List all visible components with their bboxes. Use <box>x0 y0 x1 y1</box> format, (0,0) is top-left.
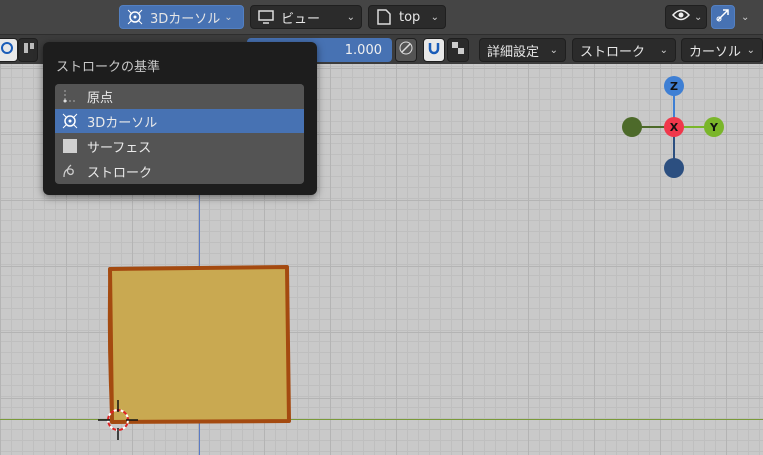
advanced-settings-dropdown[interactable]: 詳細設定 ⌄ <box>479 38 566 62</box>
strength-value: 1.000 <box>344 42 382 58</box>
grid-snap-icon <box>451 41 465 59</box>
document-icon <box>375 8 393 26</box>
chevron-down-icon: ⌄ <box>224 11 233 23</box>
menu-item-3d-cursor[interactable]: 3Dカーソル <box>55 109 304 133</box>
gizmo-toggle-button[interactable] <box>711 5 735 29</box>
popup-title: ストロークの基準 <box>56 60 161 75</box>
gizmo-dropdown[interactable]: ⌄ <box>736 5 758 29</box>
origin-icon <box>61 87 79 105</box>
navigation-gizmo[interactable]: Z X Y <box>608 70 732 180</box>
brush-settings-button[interactable] <box>18 38 38 62</box>
cursor-label: カーソル <box>689 44 742 60</box>
gizmo-neg-z-button[interactable] <box>664 158 684 178</box>
chevron-down-icon: ⌄ <box>694 11 703 23</box>
menu-item-label: ストローク <box>87 165 153 181</box>
chevron-down-icon: ⌄ <box>346 11 355 23</box>
brush-icon <box>22 41 36 59</box>
pressure-toggle[interactable] <box>395 38 417 62</box>
view-name-dropdown[interactable]: top ⌄ <box>368 5 446 29</box>
monitor-icon <box>257 8 275 26</box>
3d-cursor-icon <box>126 8 144 26</box>
snap-toggle[interactable] <box>423 38 445 62</box>
surface-icon <box>61 137 79 155</box>
visibility-dropdown[interactable]: ⌄ <box>665 5 707 29</box>
pen-pressure-icon <box>399 41 413 59</box>
chevron-down-icon: ⌄ <box>746 44 755 56</box>
view-menu-dropdown[interactable]: ビュー ⌄ <box>250 5 362 29</box>
chevron-down-icon: ⌄ <box>659 44 668 56</box>
view-name-label: top <box>399 9 421 25</box>
menu-item-label: 原点 <box>87 90 114 106</box>
brush-mode-button[interactable] <box>0 38 18 62</box>
menu-item-surface[interactable]: サーフェス <box>55 134 304 158</box>
menu-item-label: サーフェス <box>87 140 152 156</box>
advanced-settings-label: 詳細設定 <box>487 44 540 60</box>
gizmo-y-button[interactable]: Y <box>704 117 724 137</box>
stroke-placement-list: 原点 3Dカーソル サーフェス ストローク <box>55 84 304 184</box>
pivot-point-dropdown[interactable]: 3Dカーソル ⌄ <box>119 5 244 29</box>
circle-mode-icon <box>0 41 14 59</box>
3d-cursor-icon[interactable] <box>96 398 140 442</box>
snap-settings-button[interactable] <box>447 38 469 62</box>
cursor-dropdown[interactable]: カーソル ⌄ <box>681 38 763 62</box>
gizmo-arrow-icon <box>715 7 731 27</box>
view-menu-label: ビュー <box>281 11 321 27</box>
gizmo-x-button[interactable]: X <box>664 117 684 137</box>
chevron-down-icon: ⌄ <box>549 44 558 56</box>
gizmo-z-button[interactable]: Z <box>664 76 684 96</box>
magnet-icon <box>427 41 441 59</box>
pivot-point-label: 3Dカーソル <box>150 11 221 27</box>
viewport-header: 3Dカーソル ⌄ ビュー ⌄ top ⌄ ⌄ ⌄ <box>0 0 763 35</box>
chevron-down-icon: ⌄ <box>430 11 439 23</box>
eye-icon <box>671 8 691 26</box>
menu-item-label: 3Dカーソル <box>87 115 158 131</box>
chevron-down-icon: ⌄ <box>741 11 750 23</box>
cursor-icon <box>61 112 79 130</box>
stroke-placement-popup: ストロークの基準 原点 3Dカーソル サーフェス ストローク <box>43 42 317 195</box>
menu-item-origin[interactable]: 原点 <box>55 84 304 108</box>
menu-item-stroke[interactable]: ストローク <box>55 159 304 183</box>
stroke-label: ストローク <box>580 44 646 60</box>
stroke-icon <box>61 162 79 180</box>
gizmo-neg-y-button[interactable] <box>622 117 642 137</box>
stroke-dropdown[interactable]: ストローク ⌄ <box>572 38 676 62</box>
